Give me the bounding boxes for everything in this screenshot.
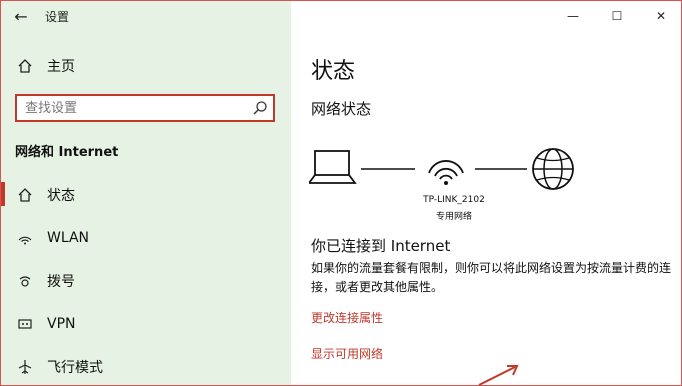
search-box[interactable] — [15, 94, 275, 122]
nav-home-label: 主页 — [47, 59, 75, 75]
connected-title: 你已连接到 Internet — [311, 237, 451, 255]
minimize-icon: — — [567, 9, 579, 23]
change-properties-link[interactable]: 更改连接属性 — [311, 309, 383, 326]
search-icon[interactable] — [247, 100, 273, 116]
nav-item-label: 拨号 — [47, 273, 75, 290]
page-title: 状态 — [311, 59, 356, 84]
search-input[interactable] — [17, 96, 247, 120]
nav-item-vpn[interactable]: VPN — [1, 302, 291, 345]
show-networks-link[interactable]: 显示可用网络 — [311, 345, 383, 362]
nav-item-label: 飞行模式 — [47, 359, 103, 376]
content-pane: — ☐ ✕ 状态 网络状态 TP-LINK_2102 专用网络 你已连接到 In… — [291, 1, 681, 385]
maximize-button[interactable]: ☐ — [595, 1, 639, 31]
network-status-title: 网络状态 — [311, 100, 372, 118]
nav-item-airplane[interactable]: 飞行模式 — [1, 345, 291, 385]
nav-list: 状态 WLAN 拨号 VPN 飞行模式 — [1, 173, 291, 385]
dialup-icon — [15, 271, 35, 291]
back-button[interactable]: ← — [1, 1, 41, 31]
nav-item-label: 状态 — [47, 187, 75, 204]
nav-item-status[interactable]: 状态 — [1, 173, 291, 216]
wifi-router-icon — [428, 160, 464, 185]
back-arrow-icon: ← — [14, 6, 28, 26]
globe-icon — [532, 148, 574, 190]
connection-description: 如果你的流量套餐有限制，则你可以将此网络设置为按流量计费的连接，或者更改其他属性… — [311, 261, 672, 294]
sidebar: ← 设置 主页 网络和 Internet 状态 — [1, 1, 291, 385]
home-status-icon — [15, 185, 35, 205]
close-button[interactable]: ✕ — [639, 1, 681, 31]
app-title: 设置 — [45, 9, 70, 24]
window-controls: — ☐ ✕ — [551, 1, 681, 31]
nav-item-wlan[interactable]: WLAN — [1, 216, 291, 259]
home-icon — [15, 56, 35, 76]
settings-window: ← 设置 主页 网络和 Internet 状态 — [0, 0, 682, 386]
maximize-icon: ☐ — [611, 9, 623, 23]
network-name: TP-LINK_2102 — [423, 195, 485, 205]
laptop-icon — [309, 150, 357, 184]
wifi-icon — [15, 228, 35, 248]
section-title: 网络和 Internet — [15, 145, 119, 160]
close-icon: ✕ — [655, 9, 667, 23]
nav-home[interactable]: 主页 — [1, 51, 291, 81]
network-type: 专用网络 — [435, 212, 472, 222]
annotation-arrow-icon — [478, 365, 519, 385]
minimize-button[interactable]: — — [551, 1, 595, 31]
title-bar: ← 设置 — [1, 1, 291, 31]
nav-item-label: VPN — [47, 315, 76, 332]
vpn-icon — [15, 314, 35, 334]
nav-item-dialup[interactable]: 拨号 — [1, 259, 291, 302]
airplane-icon — [15, 357, 35, 377]
nav-item-label: WLAN — [47, 229, 90, 246]
